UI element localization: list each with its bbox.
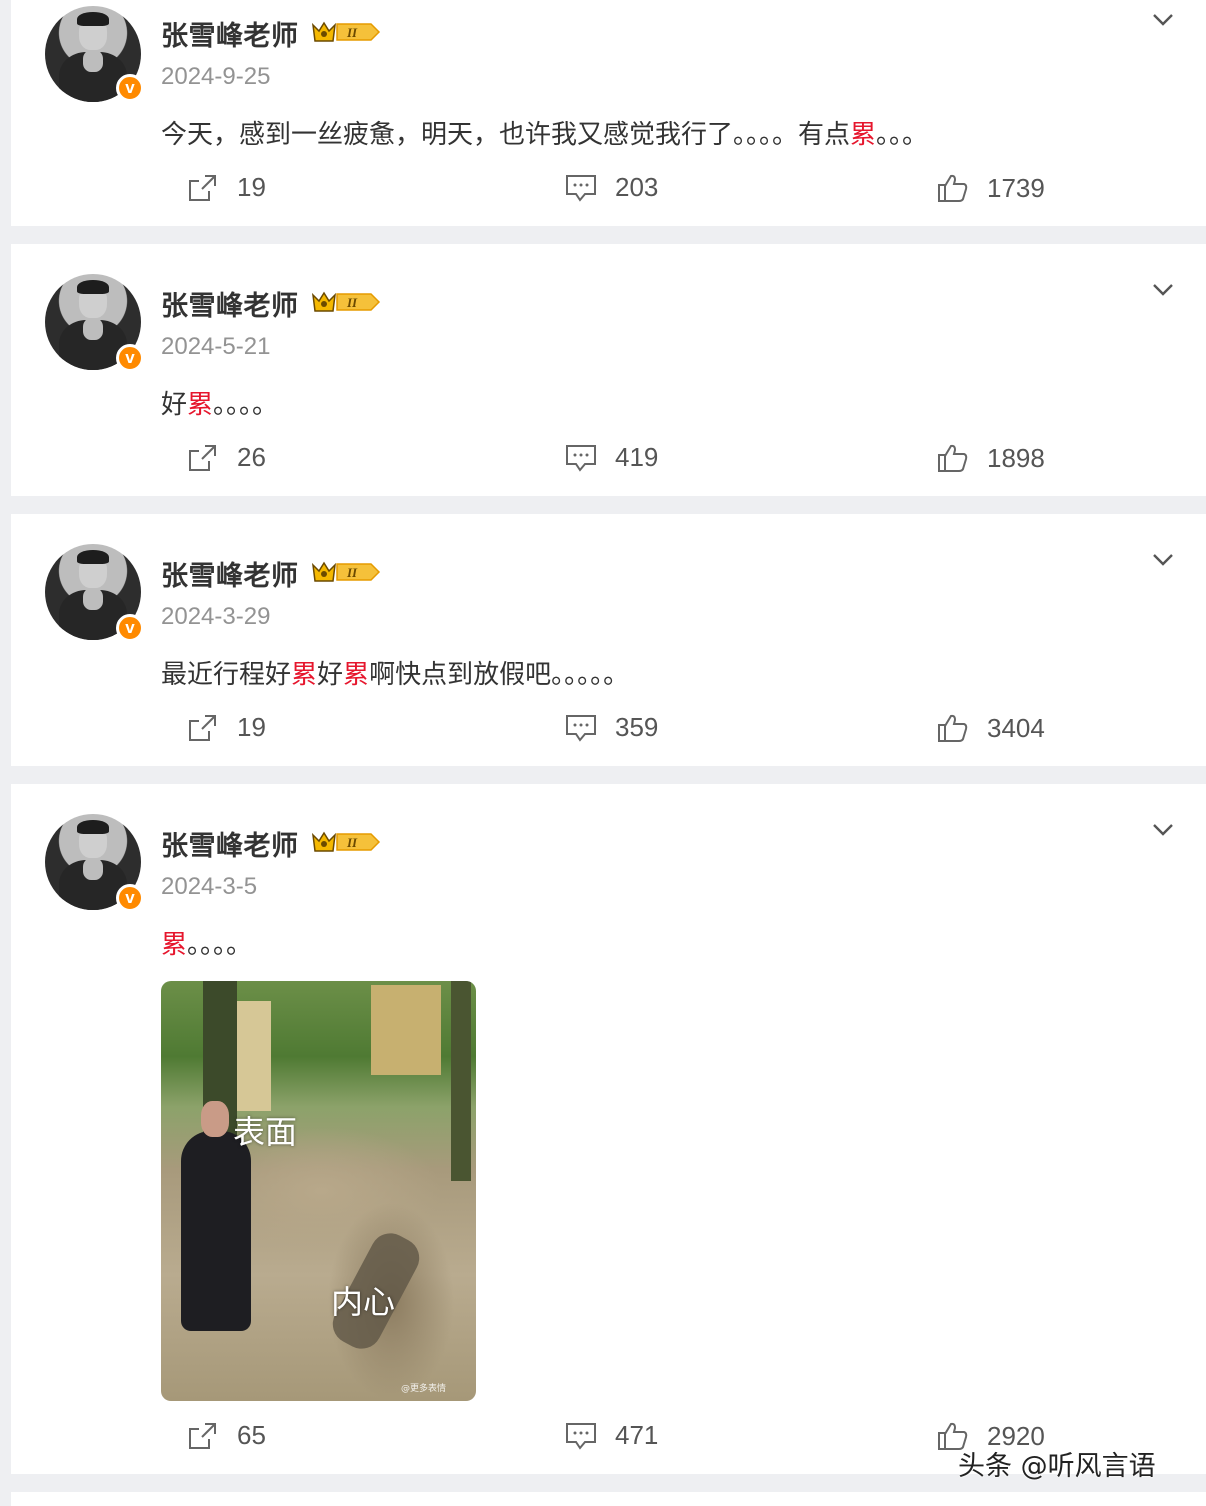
page-watermark: 头条 @听风言语 [958,1451,1156,1482]
repost-button[interactable]: 65 [187,1420,266,1451]
post-card: v 张雪峰老师 II 2024-3-29 最近行程好累好累啊快点到放假吧。。。。… [11,514,1206,766]
crown-icon[interactable]: II [311,289,381,315]
user-name[interactable]: 张雪峰老师 [161,824,299,863]
image-caption-bottom: 内心 [331,1283,396,1321]
comment-count: 203 [615,172,659,202]
user-name[interactable]: 张雪峰老师 [161,14,299,53]
verified-icon: v [116,344,144,372]
user-name[interactable]: 张雪峰老师 [161,554,299,593]
crown-icon[interactable]: II [311,19,381,45]
post-card: v 张雪峰老师 II 2024-3-5 累。。。。 表面 内心 @更多表情 65 [11,784,1206,1474]
post-card-next [11,1492,1206,1506]
verified-icon: v [116,614,144,642]
repost-icon [189,714,216,741]
repost-button[interactable]: 19 [187,712,266,743]
image-caption-top: 表面 [233,1113,298,1151]
comment-button[interactable]: 359 [565,712,658,743]
post-card: v 张雪峰老师 II 2024-9-25 今天，感到一丝疲惫，明天，也许我又感觉… [11,0,1206,226]
comment-button[interactable]: 203 [565,172,658,203]
repost-count: 26 [237,442,266,472]
repost-icon [189,174,216,201]
like-count: 1739 [987,172,1045,203]
chevron-down-icon[interactable] [1151,822,1175,838]
comment-count: 471 [615,1420,659,1450]
post-date[interactable]: 2024-3-29 [161,603,270,631]
repost-button[interactable]: 19 [187,172,266,203]
comment-count: 419 [615,442,659,472]
comment-button[interactable]: 419 [565,442,658,473]
chevron-down-icon[interactable] [1151,12,1175,28]
like-icon [938,174,968,202]
like-button[interactable]: 1739 [937,172,1045,204]
comment-icon [566,174,596,202]
post-card: v 张雪峰老师 II 2024-5-21 好累。。。。 26 419 1898 [11,244,1206,496]
post-text: 累。。。。 [161,930,253,960]
like-icon [938,444,968,472]
comment-icon [566,1422,596,1450]
repost-icon [189,1422,216,1449]
repost-count: 19 [237,712,266,742]
like-button[interactable]: 3404 [937,712,1045,744]
post-image[interactable]: 表面 内心 @更多表情 [161,981,476,1401]
svg-text:II: II [346,295,358,310]
chevron-down-icon[interactable] [1151,282,1175,298]
repost-icon [189,444,216,471]
svg-text:II: II [346,565,358,580]
comment-icon [566,714,596,742]
comment-icon [566,444,596,472]
user-name[interactable]: 张雪峰老师 [161,284,299,323]
like-count: 1898 [987,442,1045,473]
svg-text:II: II [346,835,358,850]
post-date[interactable]: 2024-5-21 [161,333,270,361]
svg-text:II: II [346,25,358,40]
like-button[interactable]: 1898 [937,442,1045,474]
like-count: 3404 [987,712,1045,743]
comment-count: 359 [615,712,659,742]
verified-icon: v [116,884,144,912]
post-text: 今天，感到一丝疲惫，明天，也许我又感觉我行了。。。。有点累。。。 [161,120,929,150]
image-watermark: @更多表情 [401,1384,447,1394]
post-date[interactable]: 2024-3-5 [161,873,257,901]
post-text: 好累。。。。 [161,390,279,420]
crown-icon[interactable]: II [311,829,381,855]
repost-button[interactable]: 26 [187,442,266,473]
chevron-down-icon[interactable] [1151,552,1175,568]
verified-icon: v [116,74,144,102]
post-text: 最近行程好累好累啊快点到放假吧。。。。。 [161,660,630,690]
like-icon [938,714,968,742]
repost-count: 19 [237,172,266,202]
crown-icon[interactable]: II [311,559,381,585]
comment-button[interactable]: 471 [565,1420,658,1451]
post-date[interactable]: 2024-9-25 [161,63,270,91]
repost-count: 65 [237,1420,266,1450]
